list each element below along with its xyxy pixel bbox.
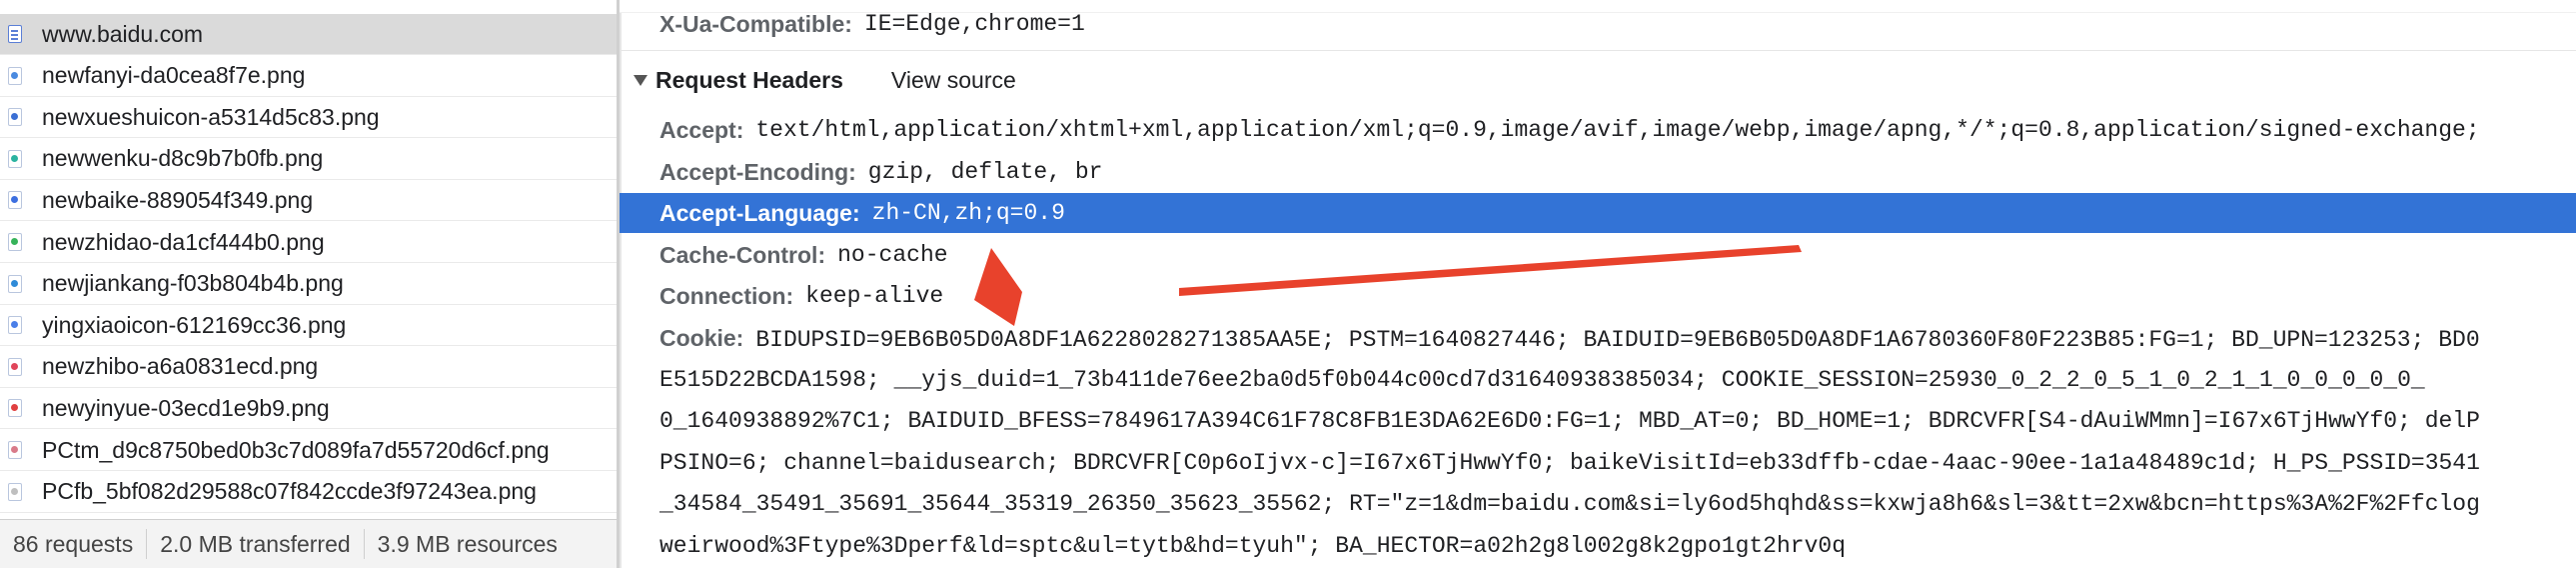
request-name: yingxiaoicon-612169cc36.png <box>42 311 347 338</box>
request-row[interactable]: www.baidu.com <box>0 14 617 55</box>
request-row[interactable]: newzhidao-da1cf444b0.png <box>0 222 617 263</box>
request-row[interactable]: yingxiaoicon-612169cc36.png <box>0 305 617 347</box>
header-row-x-ua-compatible: X-Ua-Compatible: IE=Edge,chrome=1 <box>659 4 1085 44</box>
headers-panel: X-Ua-Compatible: IE=Edge,chrome=1 Reques… <box>620 0 2576 568</box>
request-row[interactable]: newwenku-d8c9b7b0fb.png <box>0 139 617 180</box>
document-file-icon <box>8 25 22 43</box>
header-row-accept-encoding[interactable]: Accept-Encoding: gzip, deflate, br <box>659 152 1102 192</box>
resources-size: 3.9 MB resources <box>377 530 558 557</box>
image-file-icon <box>8 149 22 168</box>
image-file-icon <box>8 233 22 251</box>
request-row[interactable]: PCtm_d9c8750bed0b3c7d089fa7d55720d6cf.pn… <box>0 430 617 471</box>
image-file-icon <box>8 357 22 376</box>
request-name: newfanyi-da0cea8f7e.png <box>42 62 306 89</box>
header-row-accept[interactable]: Accept: text/html,application/xhtml+xml,… <box>659 110 2480 150</box>
request-row[interactable]: newfanyi-da0cea8f7e.png <box>0 56 617 97</box>
view-source-link[interactable]: View source <box>891 67 1016 94</box>
request-row[interactable]: newzhibo-a6a0831ecd.png <box>0 347 617 388</box>
request-name: PCtm_d9c8750bed0b3c7d089fa7d55720d6cf.pn… <box>42 436 550 463</box>
header-value: gzip, deflate, br <box>867 159 1103 185</box>
header-value: keep-alive <box>805 283 944 309</box>
request-row[interactable]: newxueshuicon-a5314d5c83.png <box>0 97 617 139</box>
cookie-value-line: weirwood%3Ftype%3Dperf&ld=sptc&ul=tytb&h… <box>659 533 1846 559</box>
request-name: newwenku-d8c9b7b0fb.png <box>42 145 324 172</box>
section-title: Request Headers <box>655 66 843 93</box>
image-file-icon <box>8 482 22 501</box>
header-name: Cache-Control: <box>659 241 826 268</box>
request-name: newzhidao-da1cf444b0.png <box>42 228 325 255</box>
request-name: newyinyue-03ecd1e9b9.png <box>42 394 330 421</box>
header-row-connection[interactable]: Connection: keep-alive <box>659 276 943 316</box>
cookie-value-line: E515D22BCDA1598; __yjs_duid=1_73b411de76… <box>659 367 2425 393</box>
section-divider <box>620 50 2576 51</box>
request-list-panel: www.baidu.com newfanyi-da0cea8f7e.png newx… <box>0 0 620 568</box>
transferred-size: 2.0 MB transferred <box>160 530 351 557</box>
panel-gutter <box>620 0 622 568</box>
expand-triangle-icon[interactable] <box>634 74 647 86</box>
request-row[interactable]: newbaike-889054f349.png <box>0 180 617 222</box>
header-value: IE=Edge,chrome=1 <box>863 11 1085 37</box>
request-name: newzhibo-a6a0831ecd.png <box>42 353 319 380</box>
header-value: zh-CN,zh;q=0.9 <box>871 200 1065 226</box>
cookie-value-line: BIDUPSID=9EB6B05D0A8DF1A6228028271385AA5… <box>755 327 2480 353</box>
request-name: newbaike-889054f349.png <box>42 186 314 213</box>
request-name: newxueshuicon-a5314d5c83.png <box>42 103 380 130</box>
image-file-icon <box>8 108 22 127</box>
header-name: Connection: <box>659 282 794 309</box>
header-value: text/html,application/xhtml+xml,applicat… <box>755 117 2480 143</box>
image-file-icon <box>8 66 22 85</box>
network-status-bar: 86 requests 2.0 MB transferred 3.9 MB re… <box>0 519 617 568</box>
header-value: no-cache <box>837 242 948 268</box>
cookie-value-line: _34584_35491_35691_35644_35319_26350_356… <box>659 491 2480 517</box>
image-file-icon <box>8 274 22 293</box>
header-row-cookie[interactable]: Cookie: BIDUPSID=9EB6B05D0A8DF1A622802827… <box>659 318 2480 358</box>
request-row[interactable]: PCfb_5bf082d29588c07f842ccde3f97243ea.pn… <box>0 472 617 513</box>
header-name: Accept-Language: <box>659 199 860 226</box>
header-name: Accept-Encoding: <box>659 158 856 185</box>
request-name: newjiankang-f03b804b4b.png <box>42 270 344 297</box>
header-row-accept-language[interactable]: Accept-Language: zh-CN,zh;q=0.9 <box>659 193 1065 233</box>
request-headers-section-header[interactable]: Request Headers View source <box>634 60 1016 100</box>
header-name: X-Ua-Compatible: <box>659 10 852 37</box>
request-name: www.baidu.com <box>42 20 204 47</box>
image-file-icon <box>8 191 22 210</box>
image-file-icon <box>8 441 22 459</box>
cookie-value-line: PSINO=6; channel=baidusearch; BDRCVFR[C0… <box>659 450 2480 476</box>
request-row[interactable]: newjiankang-f03b804b4b.png <box>0 264 617 305</box>
image-file-icon <box>8 316 22 335</box>
cookie-value-line: 0_1640938892%7C1; BAIDUID_BFESS=7849617A… <box>659 408 2480 434</box>
header-name: Accept: <box>659 116 744 143</box>
header-row-cache-control[interactable]: Cache-Control: no-cache <box>659 235 948 275</box>
image-file-icon <box>8 399 22 418</box>
request-count: 86 requests <box>13 530 134 557</box>
request-row[interactable]: newyinyue-03ecd1e9b9.png <box>0 388 617 430</box>
request-name: PCfb_5bf082d29588c07f842ccde3f97243ea.pn… <box>42 478 537 505</box>
header-name: Cookie: <box>659 325 744 351</box>
